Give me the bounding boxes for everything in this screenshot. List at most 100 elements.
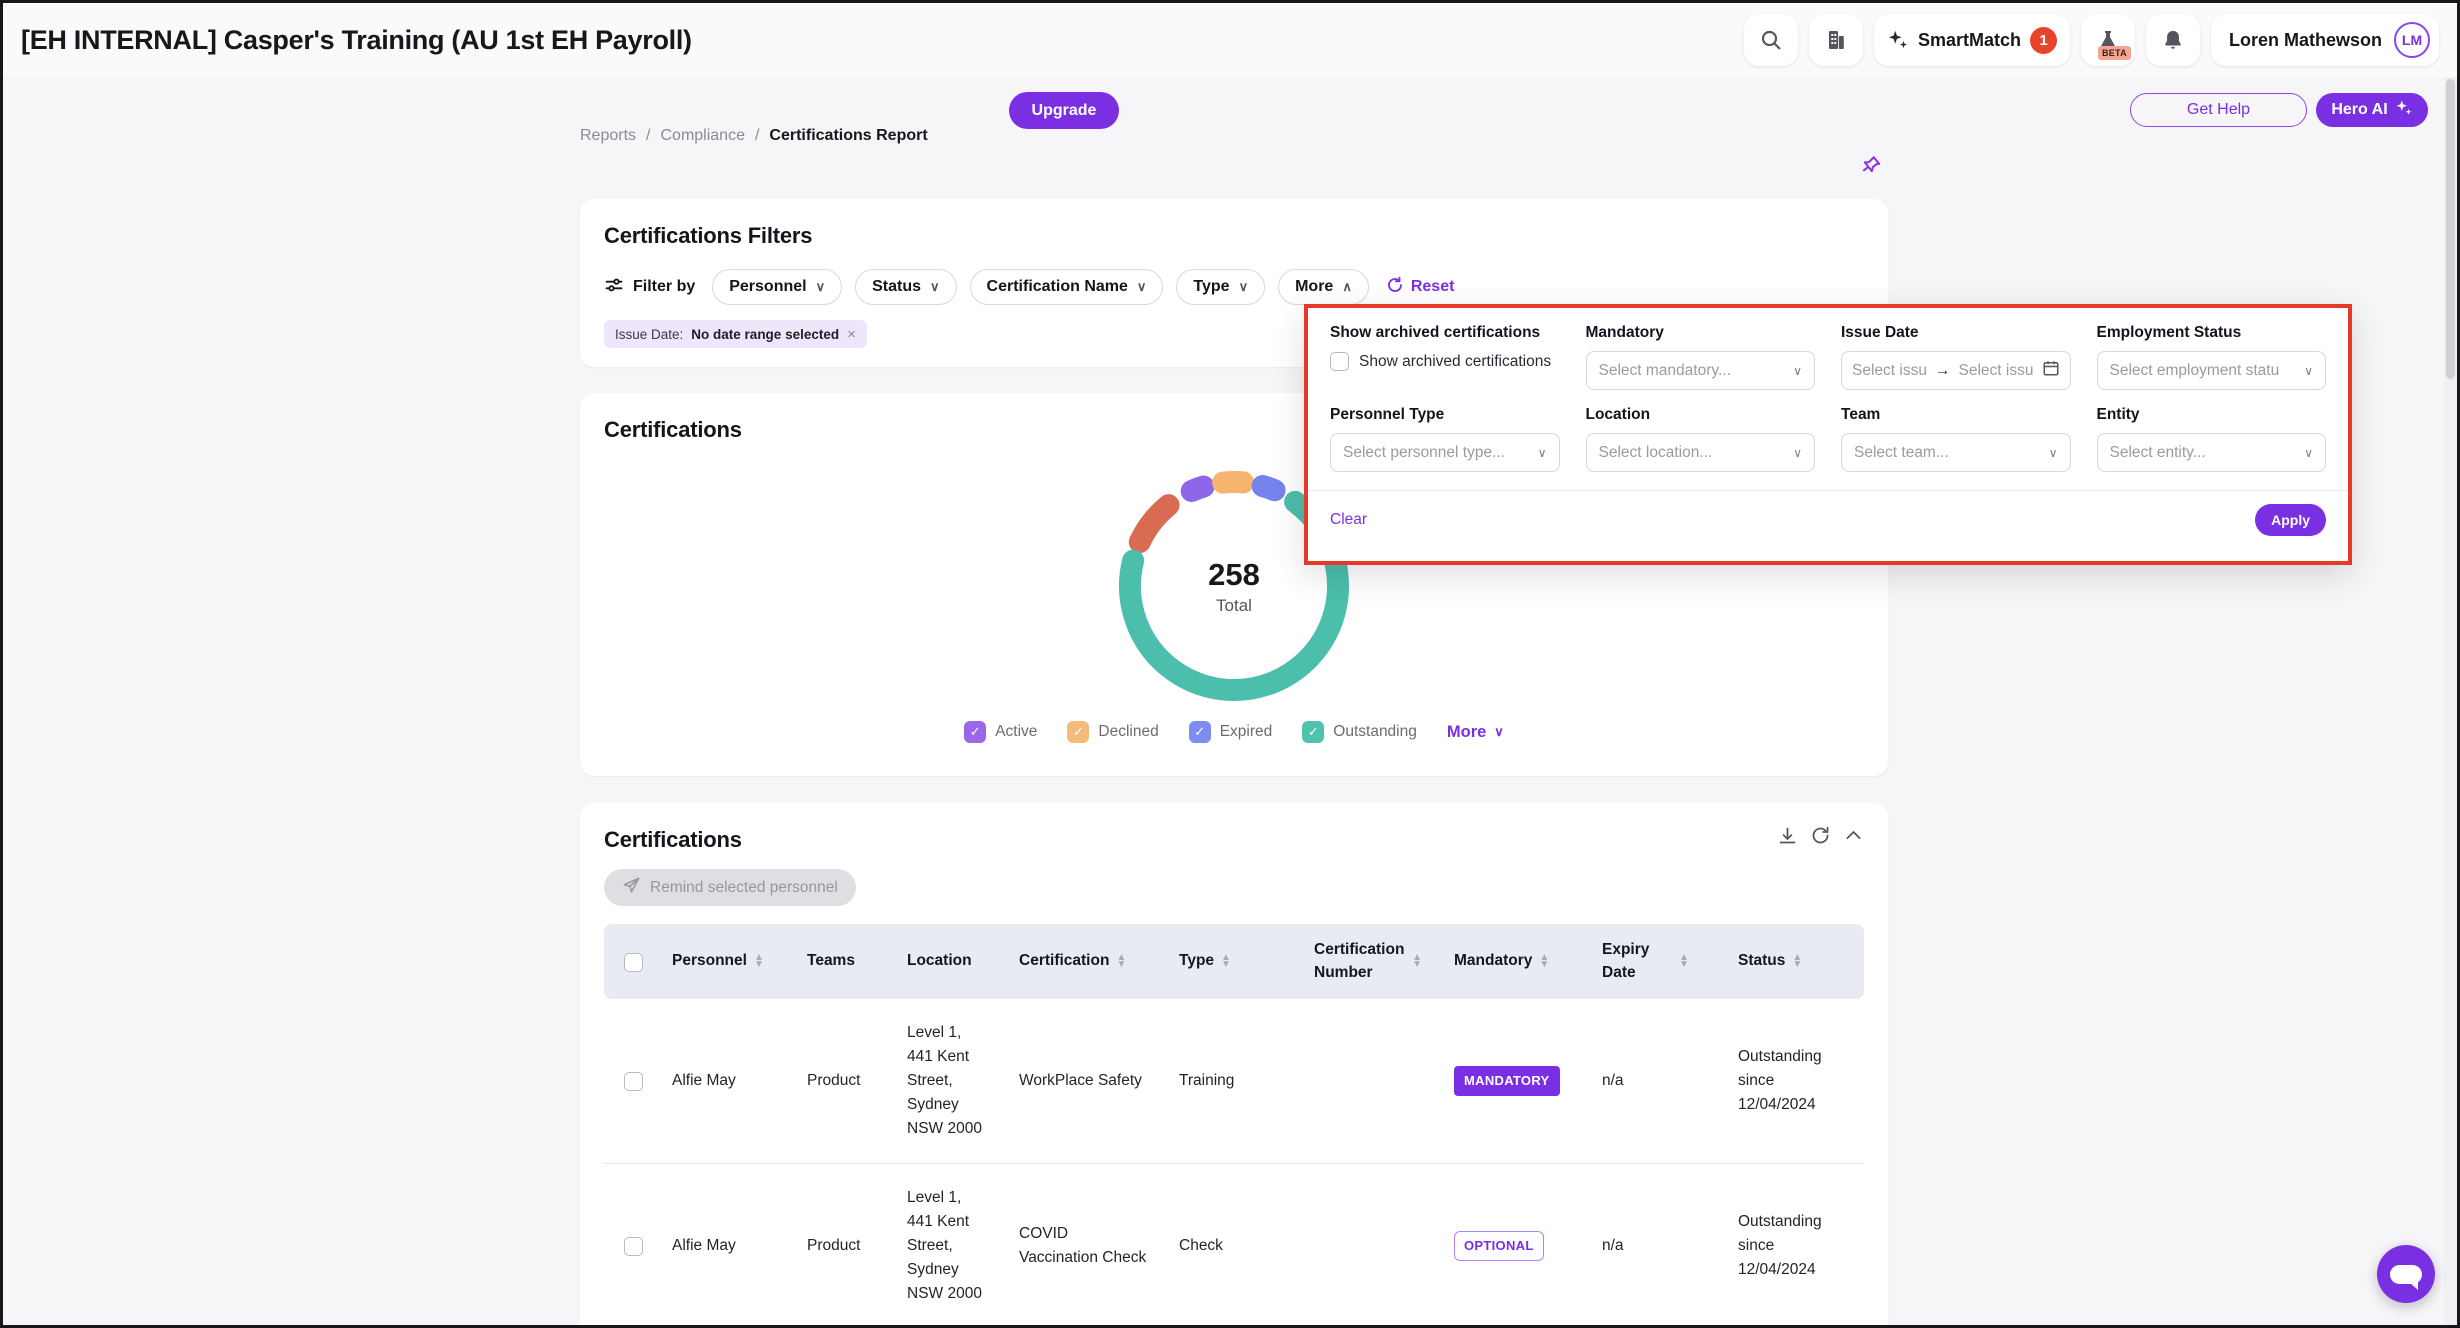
sort-icon[interactable]: ▲▼ bbox=[1539, 955, 1549, 967]
column-header-mandatory[interactable]: Mandatory▲▼ bbox=[1434, 924, 1582, 999]
sort-icon[interactable]: ▲▼ bbox=[1679, 955, 1689, 967]
field-label: Location bbox=[1586, 406, 1816, 424]
pill-label: More bbox=[1295, 278, 1333, 296]
table-card-actions bbox=[1777, 825, 1864, 846]
chart-legend: ✓ Active ✓ Declined ✓ Expired ✓ Outstand… bbox=[580, 721, 1888, 743]
column-header-expiry-date[interactable]: Expiry Date▲▼ bbox=[1582, 924, 1718, 999]
team-select[interactable]: Select team... ∨ bbox=[1841, 433, 2071, 472]
chevron-down-icon: ∨ bbox=[816, 279, 826, 295]
filter-pill-more[interactable]: More∧ bbox=[1278, 269, 1369, 305]
apply-filters-button[interactable]: Apply bbox=[2255, 504, 2326, 536]
filters-card-title: Certifications Filters bbox=[604, 223, 1864, 249]
topbar-actions: SmartMatch 1 BETA Loren Mathewson LM bbox=[1744, 14, 2439, 66]
cell-personnel: Alfie May bbox=[652, 1164, 787, 1328]
select-placeholder: Select entity... bbox=[2110, 444, 2206, 462]
labs-button[interactable]: BETA bbox=[2081, 14, 2135, 66]
pin-icon[interactable] bbox=[1859, 153, 1883, 182]
employment-status-select[interactable]: Select employment statu∨ bbox=[2097, 351, 2327, 390]
filter-pill-type[interactable]: Type∨ bbox=[1176, 269, 1265, 305]
sort-icon[interactable]: ▲▼ bbox=[1221, 955, 1231, 967]
personnel-type-select[interactable]: Select personnel type...∨ bbox=[1330, 433, 1560, 472]
column-header-certification[interactable]: Certification▲▼ bbox=[999, 924, 1159, 999]
show-archived-checkbox-row: Show archived certifications bbox=[1330, 351, 1560, 373]
filter-by-label-group: Filter by bbox=[604, 275, 695, 300]
breadcrumb-compliance[interactable]: Compliance bbox=[660, 127, 744, 145]
hero-ai-button[interactable]: Hero AI bbox=[2316, 93, 2428, 127]
row-select-cell bbox=[604, 999, 652, 1163]
search-button[interactable] bbox=[1744, 14, 1798, 66]
column-label: Status bbox=[1738, 950, 1785, 972]
legend-checkbox-declined[interactable]: ✓ bbox=[1067, 721, 1089, 743]
mandatory-select[interactable]: Select mandatory...∨ bbox=[1586, 351, 1816, 390]
chevron-down-icon: ∨ bbox=[930, 279, 940, 295]
upgrade-button[interactable]: Upgrade bbox=[1009, 92, 1119, 129]
notifications-button[interactable] bbox=[2146, 14, 2200, 66]
smartmatch-button[interactable]: SmartMatch 1 bbox=[1874, 14, 2070, 66]
get-help-button[interactable]: Get Help bbox=[2130, 93, 2307, 127]
legend-item-declined: ✓ Declined bbox=[1067, 721, 1158, 743]
select-placeholder: Select team... bbox=[1854, 444, 1949, 462]
reset-filters-link[interactable]: Reset bbox=[1386, 276, 1455, 299]
user-menu[interactable]: Loren Mathewson LM bbox=[2211, 14, 2439, 66]
select-all-checkbox[interactable] bbox=[624, 953, 643, 972]
filter-pill-personnel[interactable]: Personnel∨ bbox=[712, 269, 842, 305]
row-checkbox[interactable] bbox=[624, 1072, 643, 1091]
field-label: Mandatory bbox=[1586, 324, 1816, 342]
legend-checkbox-outstanding[interactable]: ✓ bbox=[1302, 721, 1324, 743]
column-label: Personnel bbox=[672, 950, 747, 972]
filter-pill-status[interactable]: Status∨ bbox=[855, 269, 956, 305]
sort-icon[interactable]: ▲▼ bbox=[1412, 955, 1422, 967]
legend-item-outstanding: ✓ Outstanding bbox=[1302, 721, 1417, 743]
chevron-down-icon: ∨ bbox=[1538, 446, 1547, 460]
app-title: [EH INTERNAL] Casper's Training (AU 1st … bbox=[21, 25, 692, 56]
chat-widget-button[interactable] bbox=[2377, 1245, 2435, 1303]
sort-icon[interactable]: ▲▼ bbox=[754, 955, 764, 967]
location-select[interactable]: Select location...∨ bbox=[1586, 433, 1816, 472]
filter-row: Filter by Personnel∨ Status∨ Certificati… bbox=[604, 269, 1864, 305]
chevron-down-icon: ∨ bbox=[2049, 446, 2058, 460]
scrollbar-thumb[interactable] bbox=[2446, 79, 2455, 379]
refresh-icon[interactable] bbox=[1810, 825, 1831, 846]
cell-location: Level 1, 441 Kent Street, Sydney NSW 200… bbox=[887, 999, 999, 1163]
chevron-down-icon: ∨ bbox=[1239, 279, 1249, 295]
cell-certification: COVID Vaccination Check bbox=[999, 1164, 1159, 1328]
entity-select[interactable]: Select entity...∨ bbox=[2097, 433, 2327, 472]
field-label: Issue Date bbox=[1841, 324, 2071, 342]
cell-certification-number bbox=[1294, 999, 1434, 1163]
column-header-type[interactable]: Type▲▼ bbox=[1159, 924, 1294, 999]
breadcrumb-current: Certifications Report bbox=[769, 127, 927, 145]
show-archived-checkbox[interactable] bbox=[1330, 352, 1349, 371]
collapse-icon[interactable] bbox=[1843, 825, 1864, 846]
sort-icon[interactable]: ▲▼ bbox=[1116, 955, 1126, 967]
organisation-button[interactable] bbox=[1809, 14, 1863, 66]
cell-teams: Product bbox=[787, 999, 887, 1163]
optional-badge: OPTIONAL bbox=[1454, 1231, 1544, 1261]
field-employment-status: Employment Status Select employment stat… bbox=[2097, 324, 2327, 390]
avatar: LM bbox=[2394, 22, 2430, 58]
row-checkbox[interactable] bbox=[624, 1237, 643, 1256]
legend-checkbox-active[interactable]: ✓ bbox=[964, 721, 986, 743]
filter-pill-certification-name[interactable]: Certification Name∨ bbox=[970, 269, 1164, 305]
legend-checkbox-expired[interactable]: ✓ bbox=[1189, 721, 1211, 743]
clear-filters-link[interactable]: Clear bbox=[1330, 511, 1367, 529]
download-icon[interactable] bbox=[1777, 825, 1798, 846]
issue-date-to-input[interactable]: Select issu bbox=[1959, 362, 2034, 380]
sort-icon[interactable]: ▲▼ bbox=[1792, 955, 1802, 967]
hero-ai-label: Hero AI bbox=[2331, 101, 2387, 119]
chip-value: No date range selected bbox=[691, 327, 839, 342]
bell-icon bbox=[2162, 28, 2184, 52]
column-header-certification-number[interactable]: Certification Number▲▼ bbox=[1294, 924, 1434, 999]
issue-date-range-input[interactable]: Select issu → Select issu bbox=[1841, 351, 2071, 390]
chip-close-icon[interactable]: × bbox=[847, 326, 856, 343]
field-label: Personnel Type bbox=[1330, 406, 1560, 424]
field-issue-date: Issue Date Select issu → Select issu bbox=[1841, 324, 2071, 390]
column-header-personnel[interactable]: Personnel ▲▼ bbox=[652, 924, 787, 999]
chevron-down-icon: ∨ bbox=[1494, 724, 1504, 740]
chevron-down-icon: ∨ bbox=[1793, 446, 1802, 460]
issue-date-from-input[interactable]: Select issu bbox=[1852, 362, 1927, 380]
remind-selected-personnel-button[interactable]: Remind selected personnel bbox=[604, 869, 856, 906]
column-header-status[interactable]: Status ▲▼ bbox=[1718, 924, 1864, 999]
breadcrumb-reports[interactable]: Reports bbox=[580, 127, 636, 145]
cell-certification-number bbox=[1294, 1164, 1434, 1328]
legend-more-link[interactable]: More ∨ bbox=[1447, 723, 1504, 742]
